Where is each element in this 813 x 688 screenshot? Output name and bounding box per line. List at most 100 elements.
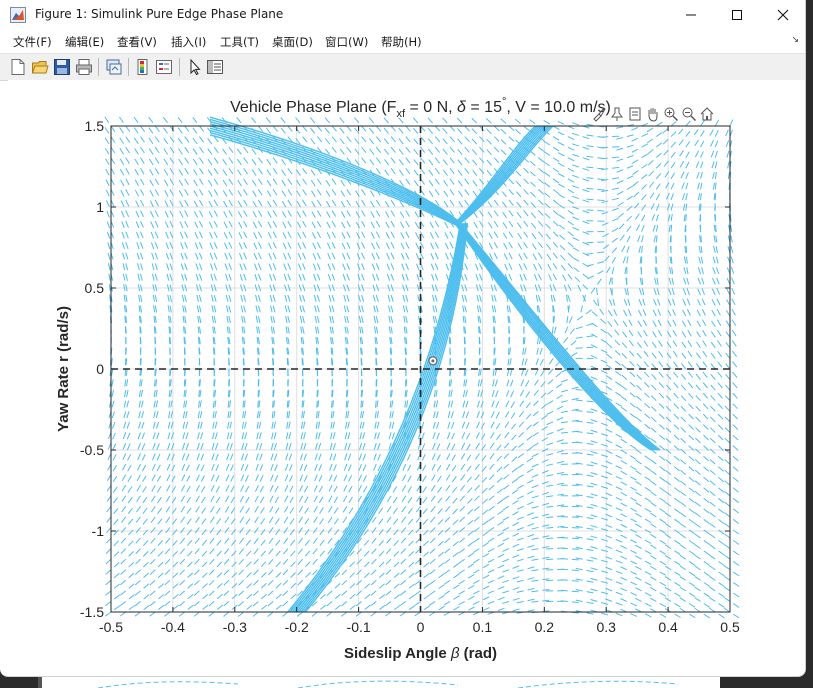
toolbar-separator xyxy=(179,58,180,76)
field-vector xyxy=(122,400,130,423)
menu-edit[interactable]: 编辑(E) xyxy=(65,34,104,50)
field-vector xyxy=(341,253,352,274)
field-vector xyxy=(665,306,677,327)
field-vector xyxy=(264,593,282,610)
field-vector xyxy=(556,441,579,445)
field-vector xyxy=(680,295,691,316)
new-figure-icon[interactable] xyxy=(9,58,27,76)
minimize-button[interactable] xyxy=(668,0,714,30)
field-vector xyxy=(428,169,443,188)
field-vector xyxy=(311,221,323,242)
open-file-icon[interactable] xyxy=(31,58,49,76)
zoom-out-icon[interactable] xyxy=(681,106,697,122)
field-vector xyxy=(179,475,191,496)
field-vector xyxy=(705,573,725,587)
data-tips-icon[interactable] xyxy=(609,106,625,122)
field-vector xyxy=(647,489,666,503)
legend-icon[interactable] xyxy=(155,58,173,76)
field-vector xyxy=(484,564,505,575)
menu-overflow-icon[interactable]: ↘ xyxy=(791,35,799,45)
field-vector xyxy=(527,524,550,531)
field-vector xyxy=(195,263,204,285)
field-vector xyxy=(119,127,133,146)
field-vector xyxy=(193,211,205,232)
field-vector xyxy=(427,138,443,156)
field-vector xyxy=(709,306,722,326)
field-vector xyxy=(150,453,161,475)
field-vector xyxy=(134,179,147,200)
menu-help[interactable]: 帮助(H) xyxy=(381,34,422,50)
field-vector xyxy=(400,242,411,263)
save-icon[interactable] xyxy=(53,58,71,76)
field-vector xyxy=(371,263,381,285)
link-plot-icon[interactable] xyxy=(105,58,123,76)
field-vector xyxy=(586,576,609,584)
field-vector xyxy=(221,528,236,548)
field-vector xyxy=(455,530,474,546)
field-vector xyxy=(136,242,145,264)
field-vector xyxy=(586,260,609,267)
menu-tools[interactable]: 工具(T) xyxy=(220,34,259,50)
field-vector xyxy=(179,221,190,242)
field-vector xyxy=(386,273,396,295)
x-tick-label: -0.4 xyxy=(161,619,185,635)
field-vector xyxy=(385,242,397,263)
field-vector xyxy=(266,169,280,189)
field-vector xyxy=(647,129,666,144)
field-vector xyxy=(196,410,203,433)
field-vector xyxy=(571,588,594,594)
menu-desktop[interactable]: 桌面(D) xyxy=(272,34,313,50)
field-vector xyxy=(616,173,638,184)
field-vector xyxy=(280,539,296,558)
menu-file[interactable]: 文件(F) xyxy=(13,34,52,50)
field-vector xyxy=(586,470,608,479)
field-vector xyxy=(616,133,638,140)
property-inspector-icon[interactable] xyxy=(206,58,224,76)
y-tick-label: 1.5 xyxy=(85,118,105,134)
home-icon[interactable] xyxy=(699,106,715,122)
field-vector xyxy=(163,169,177,189)
field-vector xyxy=(268,253,278,274)
field-vector xyxy=(483,586,505,596)
field-vector xyxy=(194,242,205,264)
close-button[interactable] xyxy=(760,0,805,30)
field-vector xyxy=(367,594,386,609)
field-vector xyxy=(572,195,594,205)
field-vector xyxy=(252,507,265,527)
field-vector xyxy=(369,138,384,157)
field-vector xyxy=(513,501,534,512)
edit-plot-pointer-icon[interactable] xyxy=(186,58,204,76)
export-icon[interactable] xyxy=(627,106,643,122)
field-vector xyxy=(469,596,490,607)
menu-insert[interactable]: 插入(I) xyxy=(171,34,206,50)
field-vector xyxy=(121,242,130,264)
menu-view[interactable]: 查看(V) xyxy=(117,34,157,50)
menu-window[interactable]: 窗口(W) xyxy=(325,34,368,50)
field-vector xyxy=(224,252,234,274)
field-vector xyxy=(499,500,519,513)
phase-plane-plot[interactable]: -0.5 -0.4 -0.3 -0.2 -0.1 0 0.1 0.2 0.3 0.4 0.5 -1.… xyxy=(8,80,805,676)
pan-icon[interactable] xyxy=(645,106,661,122)
colorbar-icon[interactable] xyxy=(135,58,153,76)
field-vector xyxy=(166,411,174,433)
field-vector xyxy=(676,563,696,577)
y-tick-label: -1 xyxy=(92,523,105,539)
field-vector xyxy=(679,327,693,347)
field-vector xyxy=(556,419,579,424)
field-vector xyxy=(236,528,251,548)
zoom-in-icon[interactable] xyxy=(663,106,679,122)
field-vector xyxy=(251,179,265,199)
field-vector xyxy=(239,273,248,296)
field-vector xyxy=(586,513,609,521)
field-vector xyxy=(527,546,550,552)
field-vector xyxy=(711,147,720,169)
field-vector xyxy=(341,242,352,263)
brush-icon[interactable] xyxy=(591,106,607,122)
field-vector xyxy=(661,595,681,608)
field-vector xyxy=(661,542,681,556)
field-vector xyxy=(531,370,545,390)
field-vector xyxy=(222,148,236,167)
maximize-button[interactable] xyxy=(714,0,760,30)
print-icon[interactable] xyxy=(75,58,93,76)
window-title: Figure 1: Simulink Pure Edge Phase Plane xyxy=(35,7,284,21)
